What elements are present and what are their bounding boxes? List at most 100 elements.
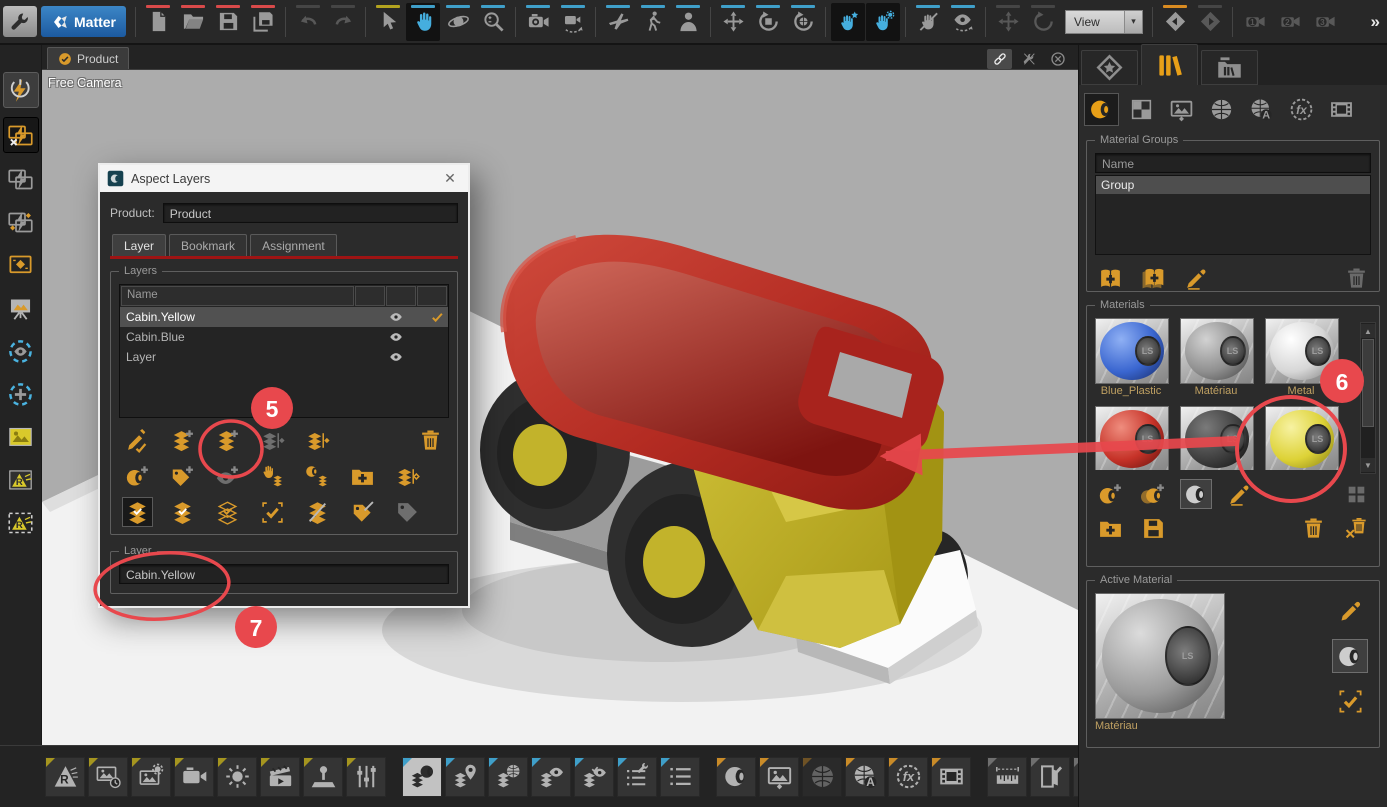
dialog-titlebar[interactable]: Aspect Layers ✕ (100, 165, 468, 192)
scroll-down-icon[interactable]: ▼ (1361, 458, 1375, 472)
add-group-copy[interactable] (1138, 264, 1168, 292)
scene-exit-editor[interactable] (1030, 757, 1070, 797)
new-material[interactable] (1095, 480, 1125, 508)
add-tag-layer[interactable] (168, 462, 197, 490)
purge-materials[interactable] (1341, 514, 1371, 542)
material-preview[interactable] (1181, 480, 1211, 508)
apply-material[interactable] (1333, 685, 1367, 717)
render-window-off[interactable] (3, 117, 39, 153)
layers-lock-header[interactable] (386, 286, 416, 306)
material-thumbnail[interactable]: LS (1180, 318, 1254, 384)
next-view-button[interactable] (1193, 3, 1227, 41)
layer-name-input[interactable]: Cabin.Yellow (119, 564, 449, 584)
check-layer-outline[interactable] (213, 498, 242, 526)
save-scene-as-button[interactable] (246, 3, 280, 41)
move-object-button[interactable] (991, 3, 1025, 41)
link-views-button[interactable] (987, 49, 1012, 69)
aspect-layers-visibility[interactable] (531, 757, 571, 797)
visibility-ring[interactable] (4, 334, 38, 368)
view-dropdown[interactable]: View▾ (1065, 10, 1143, 34)
camera-tool-button[interactable] (521, 3, 555, 41)
layer-visibility-cell[interactable] (385, 330, 406, 344)
texture-editor[interactable] (759, 757, 799, 797)
camera-bookmark-2-button[interactable]: 2 (1273, 3, 1307, 41)
render-region-image[interactable]: R (4, 506, 38, 540)
rename-material[interactable] (1224, 480, 1254, 508)
add-layer-variant[interactable] (393, 462, 422, 490)
material-groups-list[interactable]: Group (1095, 175, 1371, 255)
delete-group[interactable] (1341, 264, 1371, 292)
cat-effects[interactable]: fx (1285, 94, 1318, 125)
select-tool-button[interactable] (371, 3, 405, 41)
scroll-up-icon[interactable]: ▲ (1361, 324, 1375, 338)
pick-material[interactable] (1333, 595, 1367, 627)
select-checked[interactable] (258, 498, 287, 526)
thumbnail-view[interactable] (1341, 480, 1371, 508)
layer-row[interactable]: Cabin.Blue (120, 327, 448, 347)
light-editor[interactable] (217, 757, 257, 797)
layer-visibility-cell[interactable] (385, 350, 406, 364)
redo-button[interactable] (326, 3, 360, 41)
pan-hand-tool-button[interactable] (406, 3, 440, 41)
matter-brand-button[interactable]: Matter (41, 6, 126, 37)
add-material-layer[interactable] (123, 462, 152, 490)
check-layer[interactable] (168, 498, 197, 526)
material-group-row[interactable]: Group (1096, 176, 1370, 194)
unlink-tag[interactable] (348, 498, 377, 526)
open-scene-button[interactable] (176, 3, 210, 41)
viewport-settings-button[interactable] (1016, 49, 1041, 69)
add-sub-layer[interactable] (213, 426, 242, 454)
delete-material[interactable] (1298, 514, 1328, 542)
touch-select-button[interactable] (831, 3, 865, 41)
rename-group[interactable] (1181, 264, 1211, 292)
scrollbar-thumb[interactable] (1362, 339, 1374, 427)
material-thumbnail[interactable]: LS (1095, 406, 1169, 470)
dialog-tab-bookmark[interactable]: Bookmark (169, 234, 247, 256)
rotate-scene-button[interactable] (786, 3, 820, 41)
cat-media[interactable] (1325, 94, 1358, 125)
group-selected-layers[interactable] (303, 426, 332, 454)
save-material[interactable] (1138, 514, 1168, 542)
aspect-layers-review[interactable] (574, 757, 614, 797)
presentation-mode[interactable] (4, 291, 38, 325)
orbit-camera-tool-button[interactable] (441, 3, 475, 41)
image-processing[interactable] (131, 757, 171, 797)
configuration-list[interactable] (617, 757, 657, 797)
delete-layer[interactable] (416, 426, 445, 454)
walk-navigation-button[interactable] (636, 3, 670, 41)
effects-editor[interactable]: fx (888, 757, 928, 797)
dialog-tab-assignment[interactable]: Assignment (250, 234, 337, 256)
layer-row[interactable]: Layer (120, 347, 448, 367)
controller-settings[interactable] (303, 757, 343, 797)
chevron-down-icon[interactable]: ▾ (1124, 11, 1142, 33)
tab-library[interactable] (1141, 44, 1198, 85)
layers-name-header[interactable]: Name (121, 286, 354, 306)
add-ring[interactable] (4, 377, 38, 411)
camera-turntable-button[interactable] (556, 3, 590, 41)
assign-material-layer[interactable] (303, 462, 332, 490)
pick-assign-layer[interactable] (123, 426, 152, 454)
previous-view-button[interactable] (1158, 3, 1192, 41)
group-layers[interactable] (258, 426, 287, 454)
rotate-view-button[interactable] (751, 3, 785, 41)
environment-atlas[interactable]: A (845, 757, 885, 797)
render-settings[interactable]: R (45, 757, 85, 797)
layers-table[interactable]: Name Cabin.YellowCabin.BlueLayer (119, 284, 449, 418)
aspect-layers-materials[interactable] (402, 757, 442, 797)
render-image[interactable]: R (4, 463, 38, 497)
save-scene-button[interactable] (211, 3, 245, 41)
animation-editor[interactable] (260, 757, 300, 797)
close-viewport-button[interactable] (1045, 49, 1070, 69)
media-editor[interactable] (931, 757, 971, 797)
environment-editor[interactable] (802, 757, 842, 797)
touch-settings-button[interactable] (866, 3, 900, 41)
cat-atlas[interactable]: A (1245, 94, 1278, 125)
zoom-tool-button[interactable] (476, 3, 510, 41)
tab-navigation[interactable] (1081, 50, 1138, 85)
tab-library-folder[interactable] (1201, 50, 1258, 85)
material-thumbnail[interactable]: LS (1265, 406, 1339, 470)
material-thumbnail[interactable]: LS (1095, 318, 1169, 384)
snapshot[interactable] (4, 420, 38, 454)
unlink-layers[interactable] (303, 498, 332, 526)
add-visibility-layer[interactable] (213, 462, 242, 490)
